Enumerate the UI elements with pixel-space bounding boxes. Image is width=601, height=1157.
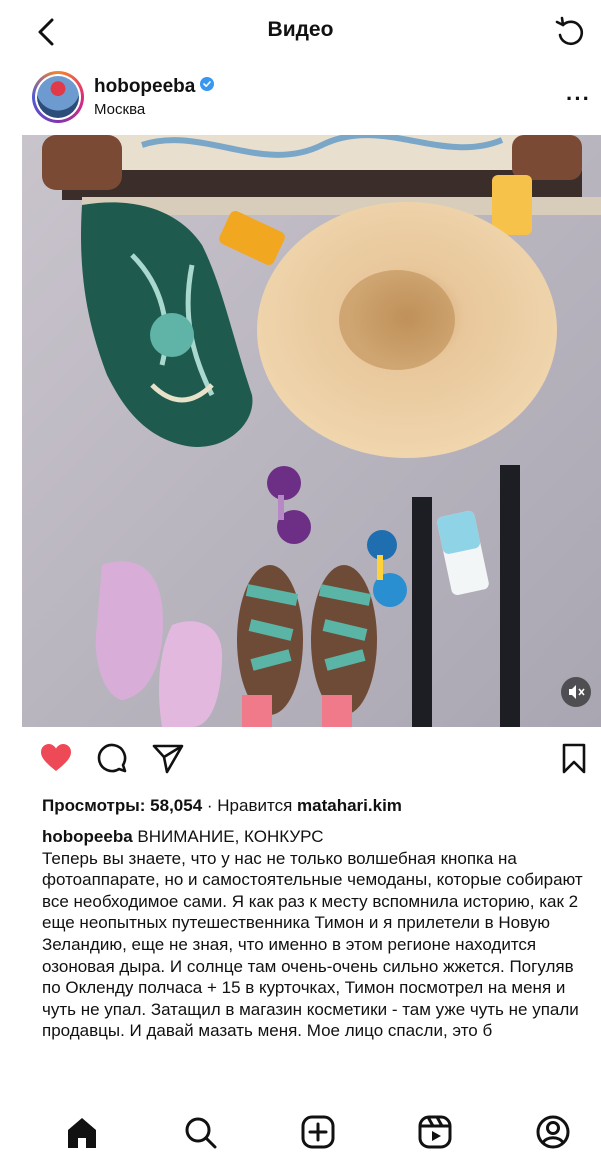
top-bar: Видео [0,0,601,62]
post-username-text[interactable]: hobopeeba [94,76,195,97]
comment-icon [97,743,127,773]
nav-reels[interactable] [415,1112,455,1152]
reels-icon [418,1115,452,1149]
nav-profile[interactable] [533,1112,573,1152]
profile-icon [536,1115,570,1149]
refresh-icon [555,16,584,46]
nav-home[interactable] [62,1112,102,1152]
save-button[interactable] [556,740,592,776]
post-location[interactable]: Москва [94,101,145,118]
share-button[interactable] [150,740,186,776]
home-icon [68,1118,96,1148]
post-actions [0,740,601,780]
bookmark-icon [562,743,586,774]
post-caption[interactable]: hobopeeba ВНИМАНИЕ, КОНКУРС Теперь вы зн… [42,826,587,1108]
bottom-nav [0,1110,601,1155]
more-horizontal-icon: ··· [566,86,591,111]
mute-button[interactable] [561,677,591,707]
like-button[interactable] [38,740,74,776]
page-title: Видео [267,18,334,41]
heart-icon [41,744,71,771]
more-options-button[interactable]: ··· [566,86,591,112]
search-icon [185,1117,217,1149]
caption-username[interactable]: hobopeeba [42,827,133,846]
caption-text: ВНИМАНИЕ, КОНКУРС Теперь вы знаете, что … [42,827,583,1041]
nav-add-post[interactable] [298,1112,338,1152]
likes-prefix: · Нравится [206,796,293,815]
views-label: Просмотры: [42,796,146,815]
verified-badge-icon [200,77,215,91]
comment-button[interactable] [94,740,130,776]
add-post-icon [301,1115,335,1149]
video-frame [22,135,601,727]
post-username[interactable]: hobopeeba [94,76,215,98]
views-count: 58,054 [150,796,203,815]
liked-by-username[interactable]: matahari.kim [297,796,402,815]
post-video[interactable] [22,135,601,727]
send-icon [152,744,184,774]
speaker-muted-icon [569,685,585,699]
nav-search[interactable] [180,1112,220,1152]
reload-button[interactable] [552,14,588,50]
avatar[interactable] [32,71,84,123]
views-line: Просмотры: 58,054 · Нравится matahari.ki… [42,796,402,816]
post-header: hobopeeba Москва ··· [0,66,601,130]
